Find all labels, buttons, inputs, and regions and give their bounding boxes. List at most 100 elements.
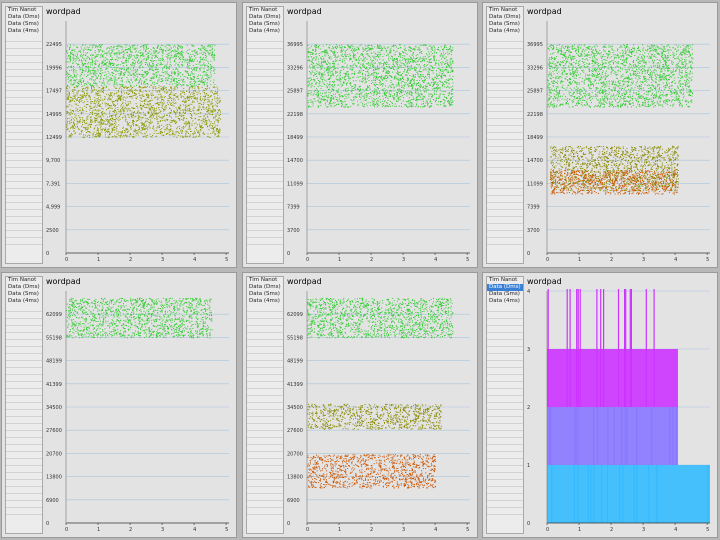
data-point [89, 105, 91, 107]
data-point [162, 89, 164, 91]
data-point [149, 108, 151, 110]
data-point [141, 125, 143, 126]
data-point [205, 78, 207, 79]
data-point [376, 102, 378, 104]
data-point [101, 88, 103, 90]
legend-list[interactable]: Tim Nanot Data (Dms) Data (Sms) Data (4ms) [5, 6, 43, 264]
data-point [167, 127, 168, 129]
legend-empty-row [6, 147, 42, 154]
data-point [444, 44, 446, 46]
data-point [152, 110, 154, 112]
data-point [110, 99, 112, 101]
data-point [95, 82, 97, 84]
data-point [124, 52, 126, 54]
data-point [136, 79, 138, 81]
data-point [125, 97, 127, 99]
data-point [201, 77, 203, 79]
data-point [333, 62, 335, 64]
data-point [152, 81, 154, 83]
data-point [214, 96, 216, 98]
data-point [148, 62, 150, 64]
data-point [70, 119, 72, 121]
data-point [72, 62, 74, 64]
data-point [191, 124, 193, 126]
data-point [91, 112, 93, 114]
data-point [91, 86, 93, 88]
data-point [83, 59, 85, 61]
data-point [110, 59, 112, 60]
data-point [171, 90, 173, 92]
data-point [96, 85, 98, 87]
data-point [161, 52, 163, 54]
data-point [159, 46, 161, 48]
data-point [112, 114, 114, 116]
data-point [201, 122, 203, 124]
data-point [192, 95, 194, 97]
data-point [371, 100, 373, 102]
data-point [181, 131, 183, 133]
data-point [101, 53, 103, 55]
data-point [173, 111, 175, 113]
data-point [326, 87, 328, 89]
legend-list[interactable]: Tim Nanot Data (Dms) Data (Sms) Data (4ms) [246, 6, 284, 264]
data-point [166, 54, 168, 55]
data-point [98, 101, 100, 103]
data-point [178, 106, 180, 108]
data-point [426, 83, 428, 85]
data-point [72, 126, 74, 127]
data-point [174, 134, 176, 136]
data-point [175, 81, 177, 83]
data-point [194, 67, 196, 69]
data-point [94, 121, 96, 123]
data-point [69, 48, 70, 50]
data-point [367, 74, 369, 76]
legend-item[interactable]: Data (4ms) [247, 28, 283, 35]
data-point [363, 55, 364, 57]
data-point [121, 104, 123, 106]
data-point [191, 103, 193, 105]
legend-item[interactable]: Tim Nanot [247, 7, 283, 14]
data-point [176, 128, 178, 130]
data-point [176, 51, 178, 52]
data-point [177, 48, 179, 50]
data-point [183, 122, 185, 124]
legend-item[interactable]: Data (Dms) [247, 14, 283, 21]
legend-item[interactable]: Tim Nanot [6, 7, 42, 14]
legend-item[interactable]: Data (Sms) [247, 21, 283, 28]
data-point [199, 80, 201, 82]
data-point [72, 56, 74, 58]
data-point [122, 68, 124, 70]
data-point [134, 63, 136, 65]
data-point [148, 122, 150, 124]
data-point [127, 89, 129, 91]
data-point [142, 59, 144, 61]
data-point [82, 102, 84, 104]
data-point [81, 91, 83, 92]
data-point [122, 101, 124, 103]
data-point [181, 118, 183, 120]
legend-item[interactable]: Data (4ms) [6, 28, 42, 35]
legend-item[interactable]: Data (Dms) [6, 14, 42, 21]
data-point [152, 63, 154, 65]
data-point [102, 56, 104, 58]
y-tick-label: 0 [46, 251, 49, 257]
data-point [320, 66, 321, 68]
data-point [425, 102, 427, 104]
data-point [73, 66, 74, 67]
data-point [70, 66, 72, 68]
data-point [102, 123, 104, 125]
data-point [114, 111, 116, 113]
data-point [74, 74, 75, 76]
data-point [174, 99, 176, 101]
data-point [187, 62, 189, 64]
data-point [195, 122, 197, 124]
data-point [81, 99, 83, 101]
data-point [139, 117, 141, 119]
data-point [219, 110, 221, 112]
legend-item[interactable]: Data (Sms) [6, 21, 42, 28]
data-point [411, 47, 412, 49]
data-point [98, 63, 100, 65]
data-point [137, 51, 139, 53]
data-point [105, 62, 107, 64]
data-point [218, 129, 220, 131]
